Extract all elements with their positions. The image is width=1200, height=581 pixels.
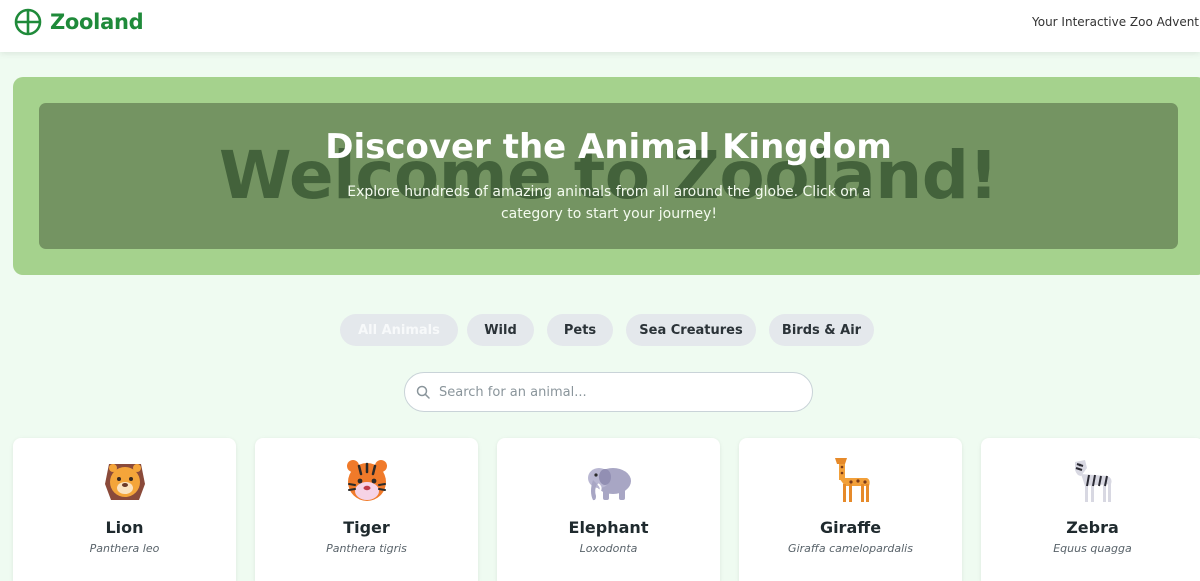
hero-title: Discover the Animal Kingdom <box>325 127 892 167</box>
animal-card-elephant[interactable]: Elephant Loxodonta <box>497 438 720 581</box>
tiger-icon <box>255 452 478 508</box>
animal-scientific-name: Equus quagga <box>1053 542 1132 555</box>
animal-card-giraffe[interactable]: Giraffe Giraffa camelopardalis <box>739 438 962 581</box>
brand-logo[interactable]: Zooland <box>14 8 144 36</box>
brand-name: Zooland <box>50 10 144 34</box>
giraffe-icon <box>739 452 962 508</box>
globe-icon <box>14 8 42 36</box>
elephant-icon <box>497 452 720 508</box>
filter-all-animals[interactable]: All Animals <box>340 314 458 346</box>
filter-pets[interactable]: Pets <box>547 314 613 346</box>
hero-panel: Welcome to Zooland! Discover the Animal … <box>39 103 1178 249</box>
search-icon <box>416 385 430 399</box>
search-box[interactable] <box>404 372 813 412</box>
animal-scientific-name: Panthera tigris <box>326 542 407 555</box>
animal-name: Lion <box>105 518 144 537</box>
animal-scientific-name: Loxodonta <box>579 542 638 555</box>
search-input[interactable] <box>439 384 789 400</box>
animal-card-lion[interactable]: Lion Panthera leo <box>13 438 236 581</box>
animal-card-tiger[interactable]: Tiger Panthera tigris <box>255 438 478 581</box>
filter-birds-air[interactable]: Birds & Air <box>769 314 874 346</box>
animal-name: Giraffe <box>819 518 882 537</box>
hero-subtitle: Explore hundreds of amazing animals from… <box>347 184 871 222</box>
animal-scientific-name: Panthera leo <box>89 542 160 555</box>
category-filters: All Animals Wild Pets Sea Creatures Bird… <box>0 314 1200 346</box>
animal-name: Zebra <box>1066 518 1119 537</box>
header-tagline: Your Interactive Zoo Adventure <box>1032 15 1200 29</box>
animal-name: Elephant <box>568 518 649 537</box>
animal-card-zebra[interactable]: Zebra Equus quagga <box>981 438 1200 581</box>
filter-wild[interactable]: Wild <box>467 314 534 346</box>
animal-name: Tiger <box>343 518 390 537</box>
lion-icon <box>13 452 236 508</box>
animal-scientific-name: Giraffa camelopardalis <box>788 542 913 555</box>
filter-sea-creatures[interactable]: Sea Creatures <box>626 314 756 346</box>
top-header: Zooland Your Interactive Zoo Adventure <box>0 0 1200 52</box>
zebra-icon <box>981 452 1200 508</box>
